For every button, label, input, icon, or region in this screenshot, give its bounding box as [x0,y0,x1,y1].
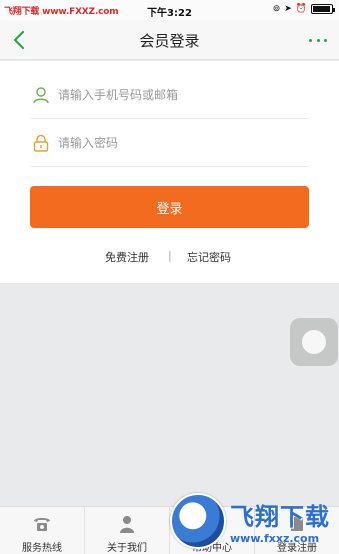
lock-rotation-icon: ⊚ [272,4,281,14]
location-icon: ➤ [284,4,292,14]
watermark-emblem-icon [170,493,226,549]
alarm-icon: ⏰ [295,4,307,14]
password-field [30,119,309,167]
login-form: 登录 免费注册 | 忘记密码 [0,61,339,283]
assistive-touch-button[interactable] [290,318,338,366]
phone-field [30,71,309,119]
more-menu-button[interactable] [309,32,327,48]
phone-email-input[interactable] [58,87,309,102]
lock-icon [33,134,49,152]
watermark-brand-name: 飞翔下载 [230,503,330,531]
status-bar: 飞翔下载 www.FXXZ.com 下午3:22 ⊚ ➤ ⏰ [0,0,339,20]
watermark-brand: 飞翔下载 www.fxxz.com [230,497,330,545]
watermark-logo: 飞翔下载 www.fxxz.com [170,490,330,552]
tab-service-hotline[interactable]: 服务热线 [0,507,85,554]
nav-header: 会员登录 [0,20,339,60]
user-icon [33,86,49,103]
page-title: 会员登录 [139,32,200,50]
phone-icon [34,518,50,531]
status-icons: ⊚ ➤ ⏰ [272,3,335,15]
user-icon [120,516,134,533]
battery-icon [311,4,335,14]
more-dot-icon [309,38,312,42]
more-dot-icon [316,38,320,42]
tab-label: 关于我们 [107,543,147,554]
watermark-url: www.fxxz.com [230,532,320,545]
links-separator: | [168,249,172,262]
register-link[interactable]: 免费注册 [105,249,149,265]
auth-links: 免费注册 | 忘记密码 [0,249,339,267]
forgot-password-link[interactable]: 忘记密码 [187,249,231,265]
more-dot-icon [324,38,327,42]
tab-label: 服务热线 [22,543,62,554]
login-button[interactable]: 登录 [30,186,309,228]
app-screen: 飞翔下载 www.FXXZ.com 下午3:22 ⊚ ➤ ⏰ 会员登录 请输入手… [0,0,339,554]
password-input[interactable] [58,135,309,150]
tab-about-us[interactable]: 关于我们 [85,507,170,554]
